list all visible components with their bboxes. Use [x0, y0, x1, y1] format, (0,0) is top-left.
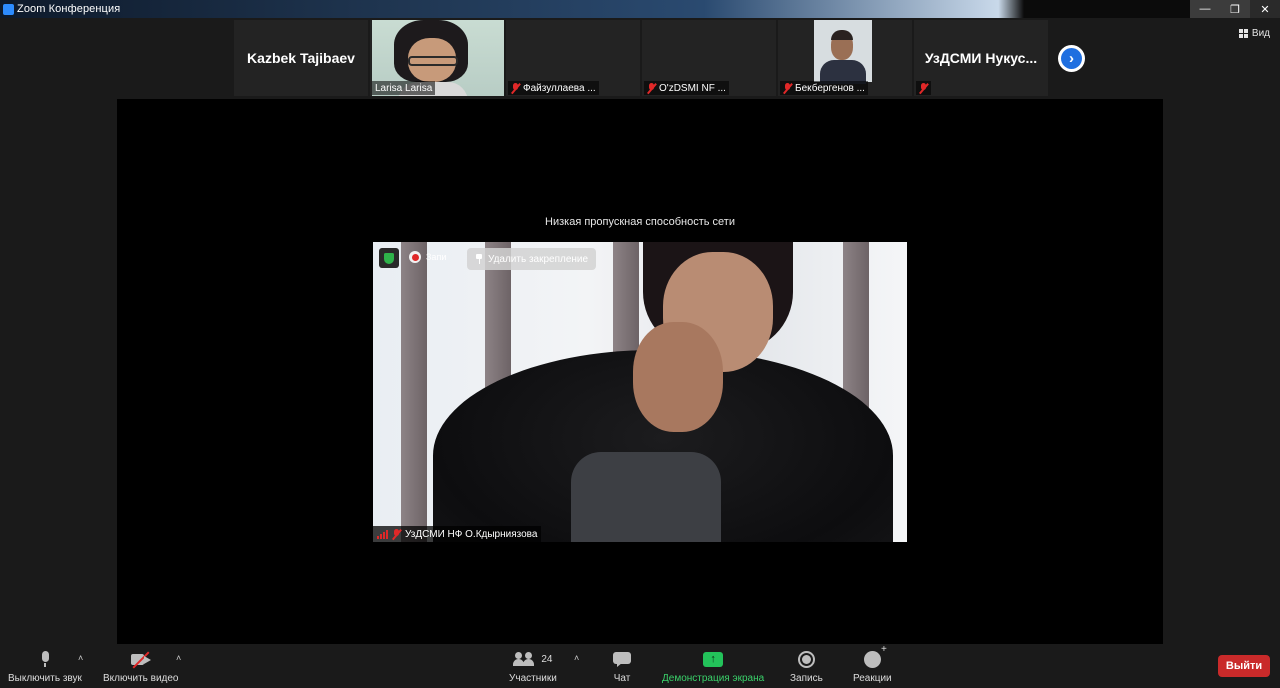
record-label: Запись: [790, 673, 823, 684]
participant-tile[interactable]: Бекбергенов ...: [778, 20, 912, 96]
participants-count: 24: [541, 653, 553, 665]
participant-caption: Файзуллаева ...: [508, 81, 599, 95]
recording-label: Запи: [426, 252, 447, 262]
encryption-shield-icon[interactable]: [379, 248, 399, 268]
emoji-reaction-icon: [863, 644, 887, 668]
participant-video: [814, 20, 872, 84]
window-title: Zoom Конференция: [17, 3, 121, 15]
participant-tile[interactable]: Larisa Larisa: [370, 20, 504, 96]
participant-name: Файзуллаева ...: [523, 82, 596, 94]
chat-label: Чат: [613, 673, 631, 684]
participants-button[interactable]: 24 Участники: [509, 649, 557, 684]
participant-caption: Бекбергенов ...: [780, 81, 868, 95]
microphone-icon: [40, 651, 50, 667]
record-button[interactable]: Запись: [790, 649, 823, 684]
start-video-button[interactable]: Включить видео: [103, 649, 179, 684]
muted-mic-icon: [783, 82, 792, 94]
record-dot-icon: [409, 251, 421, 263]
zoom-logo-icon: [3, 3, 14, 15]
share-screen-icon: ↑: [703, 651, 724, 667]
record-icon: [797, 650, 815, 668]
participants-icon: [513, 652, 535, 666]
pin-icon: [475, 254, 483, 264]
muted-mic-icon: [919, 82, 928, 94]
reactions-label: Реакции: [853, 673, 892, 684]
participant-name: O'zDSMI NF ...: [659, 82, 726, 94]
main-stage: Низкая пропускная способность сети Запи …: [117, 99, 1163, 644]
participant-name: Larisa Larisa: [375, 82, 433, 94]
participant-name: Kazbek Tajibaev: [247, 50, 355, 66]
chevron-right-icon: ›: [1061, 48, 1082, 69]
unpin-button[interactable]: Удалить закрепление: [467, 248, 597, 270]
participant-caption: [916, 81, 931, 95]
mute-label: Выключить звук: [8, 673, 82, 684]
muted-mic-icon: [647, 82, 656, 94]
participant-name: Бекбергенов ...: [795, 82, 865, 94]
participant-tile[interactable]: Kazbek Tajibaev: [234, 20, 368, 96]
grid-view-icon: [1238, 29, 1248, 38]
chat-icon: [613, 651, 631, 667]
view-button[interactable]: Вид: [1238, 28, 1270, 39]
participants-label: Участники: [509, 673, 557, 684]
video-options-caret-icon[interactable]: ˄: [176, 653, 181, 663]
participant-name: УзДСМИ Нукус...: [924, 50, 1038, 66]
video-camera-off-icon: [130, 651, 151, 668]
participant-strip: Kazbek Tajibaev Larisa Larisa Файзуллаев…: [234, 20, 1048, 96]
unpin-label: Удалить закрепление: [488, 253, 589, 265]
participant-caption: Larisa Larisa: [372, 81, 436, 95]
share-label: Демонстрация экрана: [662, 673, 765, 684]
window-controls: — ❐ ✕: [1190, 0, 1280, 18]
mute-button[interactable]: Выключить звук: [8, 649, 82, 684]
participant-namebar: УзДСМИ НФ О.Кдырниязова: [373, 526, 542, 542]
participant-caption: O'zDSMI NF ...: [644, 81, 729, 95]
participant-tile[interactable]: УзДСМИ Нукус...: [914, 20, 1048, 96]
next-page-button[interactable]: ›: [1058, 45, 1085, 72]
participant-name: УзДСМИ НФ О.Кдырниязова: [405, 528, 538, 540]
window-titlebar: Zoom Конференция — ❐ ✕: [0, 0, 1280, 18]
participant-tile[interactable]: O'zDSMI NF ...: [642, 20, 776, 96]
share-screen-button[interactable]: ↑ Демонстрация экрана: [662, 649, 764, 684]
video-label: Включить видео: [103, 673, 179, 684]
pinned-video[interactable]: Запи Удалить закрепление УзДСМИ НФ О.Кды…: [373, 242, 907, 542]
muted-mic-icon: [392, 528, 401, 540]
bandwidth-notice: Низкая пропускная способность сети: [545, 216, 735, 228]
maximize-button[interactable]: ❐: [1220, 0, 1250, 18]
minimize-button[interactable]: —: [1190, 0, 1220, 18]
view-label: Вид: [1251, 28, 1270, 39]
recording-indicator: Запи: [409, 251, 446, 263]
close-button[interactable]: ✕: [1250, 0, 1280, 18]
participants-options-caret-icon[interactable]: ˄: [574, 653, 579, 663]
poor-connection-icon: [377, 529, 388, 539]
leave-meeting-button[interactable]: Выйти: [1218, 655, 1270, 677]
chat-button[interactable]: Чат: [613, 649, 631, 684]
meeting-toolbar: Выключить звук ˄ Включить видео ˄ 24 Уча…: [0, 644, 1280, 688]
reactions-button[interactable]: Реакции: [853, 644, 892, 685]
audio-options-caret-icon[interactable]: ˄: [78, 653, 83, 663]
participant-tile[interactable]: Файзуллаева ...: [506, 20, 640, 96]
muted-mic-icon: [511, 82, 520, 94]
